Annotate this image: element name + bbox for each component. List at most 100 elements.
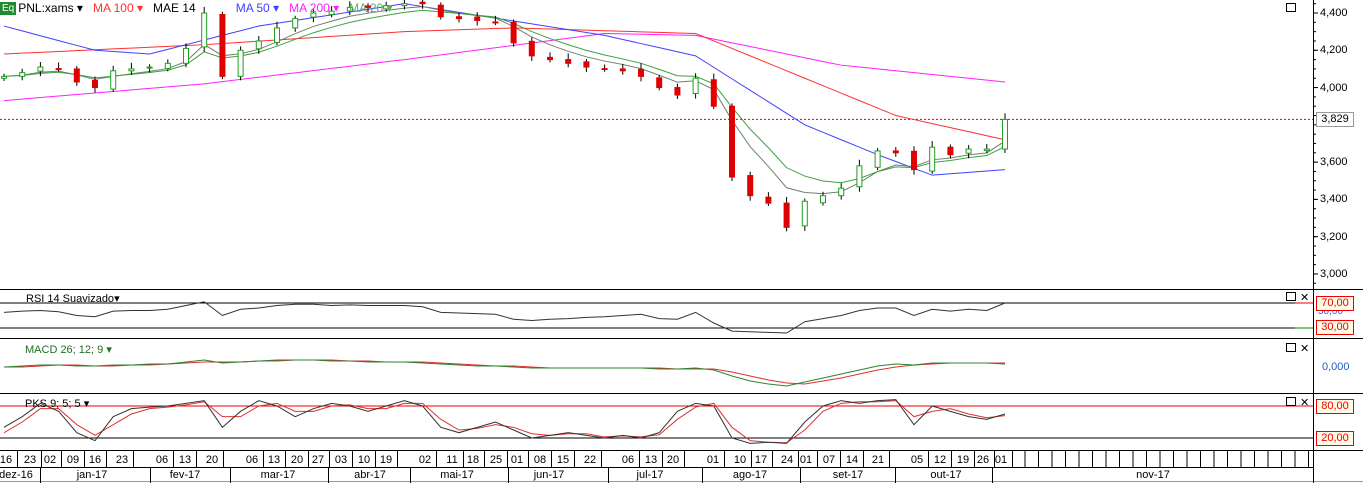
candle — [292, 18, 299, 29]
macd-title[interactable]: MACD 26; 12; 9 ▾ — [25, 343, 112, 356]
pks-upper-label: 80,00 — [1316, 399, 1354, 414]
date-tick-day: 23 — [23, 454, 37, 466]
candle — [710, 79, 717, 107]
date-tick-day: 21 — [871, 454, 885, 466]
candle — [965, 148, 972, 154]
price-tick-label: 4,200 — [1320, 44, 1348, 57]
date-tick-month: abr-17 — [354, 469, 386, 481]
symbol-selector[interactable]: PNL:xams ▾ — [18, 1, 83, 15]
candle — [838, 187, 845, 197]
candle — [19, 72, 26, 77]
price-tick-label: 3,000 — [1320, 267, 1348, 280]
date-tick-month: jul-17 — [636, 469, 664, 481]
maximize-icon[interactable] — [1286, 343, 1296, 352]
ma100-label: MA 100 — [92, 1, 134, 15]
candle — [164, 62, 171, 70]
date-tick-day: 13 — [267, 454, 281, 466]
ma200-line — [3, 33, 1006, 102]
candle — [619, 68, 626, 72]
candle — [765, 196, 772, 204]
price-tick-label: 3,200 — [1320, 230, 1348, 243]
date-tick-day: 16 — [0, 454, 13, 466]
date-tick-day: 02 — [418, 454, 432, 466]
date-tick-month: jan-17 — [76, 469, 108, 481]
candle — [692, 77, 699, 95]
candle — [146, 66, 153, 69]
maximize-icon[interactable] — [1286, 397, 1296, 406]
date-tick-day: 01 — [706, 454, 720, 466]
date-tick-day: 20 — [290, 454, 304, 466]
date-tick-month: jun-17 — [533, 469, 565, 481]
date-tick-day: 16 — [88, 454, 102, 466]
close-icon[interactable]: ✕ — [1300, 396, 1309, 409]
pks-title[interactable]: PKS 9; 5; 5 ▾ — [25, 397, 89, 410]
date-tick-day: 19 — [956, 454, 970, 466]
candle — [783, 202, 790, 228]
ma50-label: MA 50 — [235, 1, 270, 15]
legend-ma50[interactable]: MA 50 ▾ — [236, 1, 279, 15]
chart-canvas[interactable] — [0, 0, 1363, 483]
date-tick-month: ago-17 — [732, 469, 768, 481]
close-icon[interactable]: ✕ — [1300, 342, 1309, 355]
candle — [1, 75, 7, 79]
price-tick-label: 4,400 — [1320, 7, 1348, 19]
date-tick-month: mar-17 — [260, 469, 296, 481]
date-tick-day: 19 — [379, 454, 393, 466]
ma50-line — [3, 3, 1006, 176]
price-tick-label: 3,600 — [1320, 156, 1348, 169]
macd-buttons: ✕ — [1286, 342, 1309, 355]
candle — [437, 4, 444, 18]
maximize-icon[interactable] — [1286, 3, 1296, 12]
date-tick-day: 20 — [666, 454, 680, 466]
macd-line — [3, 359, 1006, 387]
rsi-title[interactable]: RSI 14 Suavizado▾ — [26, 292, 120, 305]
candle — [874, 150, 881, 168]
candle — [237, 49, 244, 77]
legend-ma200[interactable]: MA 200 ▾ — [289, 1, 339, 15]
date-tick-day: 01 — [994, 454, 1008, 466]
candle — [583, 61, 590, 68]
candle — [674, 87, 681, 96]
maximize-icon[interactable] — [1286, 292, 1296, 301]
candle — [747, 175, 754, 197]
date-tick-day: 01 — [510, 454, 524, 466]
date-tick-day: 17 — [754, 454, 768, 466]
date-tick-month: nov-17 — [1136, 469, 1170, 481]
rsi-buttons: ✕ — [1286, 291, 1309, 304]
date-tick-month: set-17 — [832, 469, 864, 481]
candle — [401, 3, 408, 7]
date-tick-day: 13 — [644, 454, 658, 466]
rsi-upper-label: 70,00 — [1316, 296, 1354, 311]
candle — [55, 68, 62, 71]
date-tick-month: out-17 — [930, 469, 962, 481]
price-panel-buttons — [1286, 2, 1296, 12]
candle — [638, 68, 644, 77]
date-tick-month: fev-17 — [169, 469, 201, 481]
date-tick-day: 12 — [933, 454, 947, 466]
date-tick-day: 23 — [115, 454, 129, 466]
pks-lower-label: 20,00 — [1316, 431, 1354, 446]
date-tick-day: 07 — [822, 454, 836, 466]
candle — [601, 68, 608, 71]
candle — [947, 146, 954, 156]
candle — [92, 79, 98, 89]
close-icon[interactable]: ✕ — [1300, 291, 1309, 304]
date-tick-day: 24 — [780, 454, 794, 466]
date-tick-day: 18 — [466, 454, 480, 466]
date-tick-month: mai-17 — [440, 469, 474, 481]
legend-ma100[interactable]: MA 100 ▾ — [93, 1, 143, 15]
candle — [73, 68, 80, 83]
date-tick-day: 27 — [311, 454, 325, 466]
equity-icon: Eq — [0, 1, 17, 15]
ma200-label: MA 200 — [289, 1, 330, 15]
date-tick-day: 06 — [155, 454, 169, 466]
legend-ma20[interactable]: MA 20 ▾ — [349, 1, 392, 15]
candle — [820, 195, 826, 204]
candle — [255, 40, 262, 50]
candle — [856, 165, 863, 188]
date-tick-day: 06 — [245, 454, 259, 466]
candle — [892, 150, 899, 154]
legend-mae14[interactable]: MAE 14 — [153, 1, 196, 15]
candle — [37, 66, 44, 72]
date-tick-day: 22 — [583, 454, 597, 466]
